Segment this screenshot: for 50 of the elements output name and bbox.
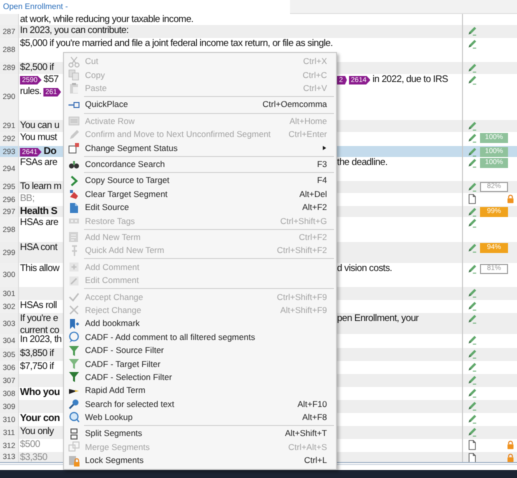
segment-text: You can u <box>20 120 60 132</box>
shortcut-label: Ctrl+Shift+F2 <box>276 244 328 258</box>
shortcut-label: Alt+F10 <box>297 398 328 410</box>
segment-text: $3,350 <box>20 452 48 462</box>
shortcut-label: Ctrl+Shift+G <box>280 214 328 228</box>
segment-text: You must <box>20 132 57 144</box>
shortcut-label: Ctrl+Enter <box>288 128 328 142</box>
segment-text: current co <box>20 325 60 334</box>
shortcut-label: Ctrl+F2 <box>298 231 328 244</box>
shortcut-label: Alt+Del <box>299 188 328 201</box>
segment-text: If you're e <box>20 313 58 325</box>
segment-text: To learn m <box>20 181 62 193</box>
segment-text: the deadline. <box>337 157 388 169</box>
segment-text: BB; <box>20 193 34 205</box>
segment-text: in 2022, due to IRS <box>372 74 448 86</box>
shortcut-label: Alt+F8 <box>302 411 328 424</box>
segment-text: You only <box>20 426 54 438</box>
segment-text: Your con <box>20 413 60 425</box>
segment-text: $3,850 if <box>20 348 54 360</box>
segment-text: rules. <box>20 86 42 98</box>
shortcut-label: F3 <box>317 158 328 171</box>
segment-text: $5,000 if you're married and file a joint federal income tax return, or file as single. <box>20 38 333 50</box>
segment-text: In 2023, you can contribute: <box>20 25 129 37</box>
shortcut-label: F4 <box>317 174 328 188</box>
segment-text: d vision costs. <box>337 263 392 275</box>
shortcut-label: Ctrl+C <box>302 68 328 82</box>
shortcut-label: Alt+Home <box>289 114 328 128</box>
shortcut-label: Alt+F2 <box>302 201 328 214</box>
segment-text: pen Enrollment, your <box>337 313 419 325</box>
segment-text: Who you <box>20 387 60 399</box>
segment-text: $7,750 if <box>20 361 54 373</box>
segment-text: HSA cont <box>20 242 58 254</box>
segment-text: $57 <box>44 74 59 86</box>
shortcut-label: Ctrl+Alt+S <box>288 440 328 454</box>
shortcut-label: Ctrl+Oemcomma <box>262 98 328 112</box>
segment-text: $500 <box>20 439 40 451</box>
segment-text: In 2023, th <box>20 334 62 346</box>
segment-text: HSAs roll <box>20 300 57 312</box>
segment-text: $2,500 if <box>20 62 54 74</box>
shortcut-label: Ctrl+Shift+F9 <box>276 290 328 304</box>
segment-text: HSAs are <box>20 217 58 229</box>
shortcut-label: Ctrl+V <box>303 82 328 95</box>
segment-text: Do <box>44 146 56 157</box>
segment-text: FSAs are <box>20 157 58 169</box>
segment-text: This allow <box>20 263 60 275</box>
segment-text: Health S <box>20 206 58 217</box>
shortcut-label: Ctrl+L <box>304 454 328 467</box>
shortcut-label: Alt+Shift+F9 <box>280 304 328 317</box>
segment-text: at work, while reducing your taxable income. <box>20 14 194 25</box>
shortcut-label: Alt+Shift+T <box>284 427 328 440</box>
